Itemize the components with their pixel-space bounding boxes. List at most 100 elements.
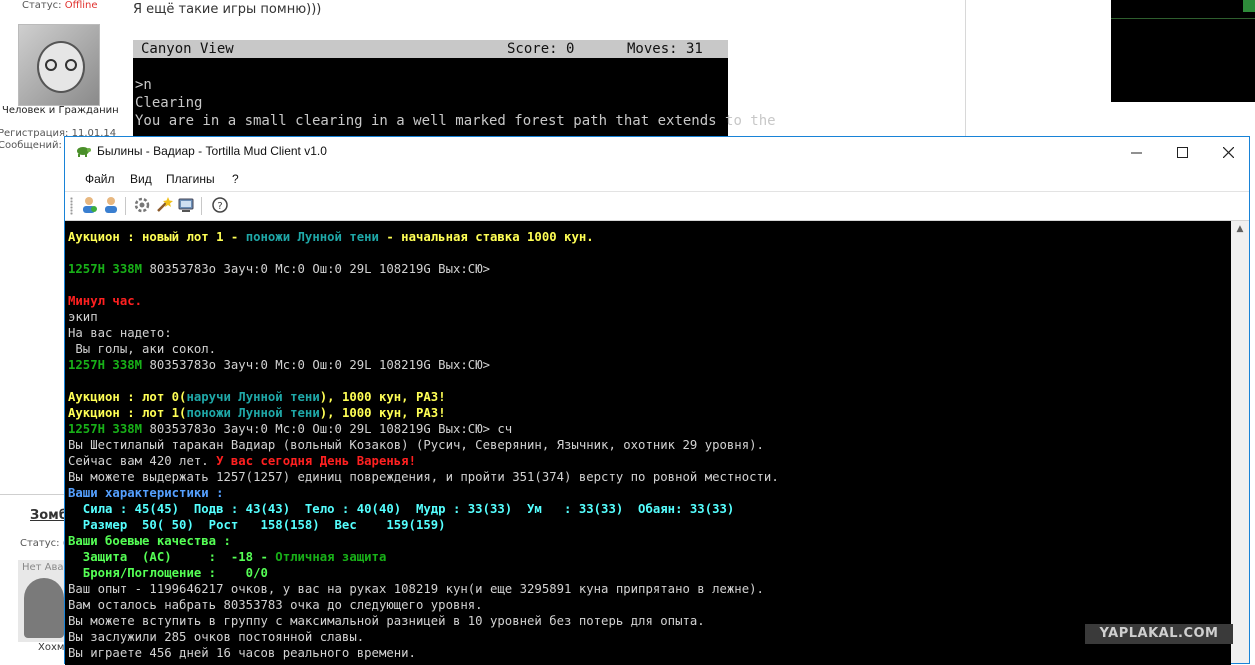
plugins-icon[interactable] — [176, 195, 196, 215]
terminal-line: Вам осталось набрать 80353783 очка до сл… — [68, 597, 1231, 613]
user-status: Статус: Offline — [22, 0, 98, 11]
minimize-button[interactable] — [1113, 137, 1159, 167]
embedded-title: Canyon View — [141, 41, 234, 57]
terminal-line: Аукцион : лот 0(наручи Лунной тени), 100… — [68, 389, 1231, 405]
terminal-line: Вы играете 456 дней 16 часов реального в… — [68, 645, 1231, 661]
terminal-text: Вы Шестилапый таракан Вадиар (вольный Ко… — [68, 438, 764, 452]
embedded-moves: Moves: 31 — [627, 41, 703, 57]
user2-avatar[interactable]: Нет Ава — [18, 560, 66, 642]
svg-text:?: ? — [217, 201, 222, 212]
terminal-line: Ваш опыт - 1199646217 очков, у вас на ру… — [68, 581, 1231, 597]
terminal-line: Сила : 45(45) Подв : 43(43) Тело : 40(40… — [68, 501, 1231, 517]
terminal-text: Сейчас вам 420 лет. — [68, 454, 217, 468]
terminal-text: наручи Лунной тени — [186, 390, 320, 404]
divider — [0, 494, 66, 495]
terminal-text: Броня/Поглощение : 0/0 — [68, 566, 268, 580]
terminal-text: Вы голы, аки сокол. — [68, 342, 217, 356]
close-button[interactable] — [1205, 137, 1251, 167]
background-terminal-window — [1111, 0, 1255, 102]
terminal-text: 80353783o Зауч:0 Мс:0 Ош:0 29L 108219G В… — [142, 422, 513, 436]
terminal-text: Вы можете вступить в группу с максимальн… — [68, 614, 705, 628]
terminal-line: Вы голы, аки сокол. — [68, 341, 1231, 357]
terminal-line: Защита (AC) : -18 - Отличная защита — [68, 549, 1231, 565]
terminal-text: Размер 50( 50) Рост 158(158) Вес 159(159… — [68, 518, 446, 532]
maximize-icon — [1176, 146, 1188, 158]
wand-icon[interactable] — [154, 195, 174, 215]
user-avatar[interactable] — [18, 24, 100, 106]
title-bar[interactable]: Былины - Вадиар - Tortilla Mud Client v1… — [65, 137, 1249, 167]
terminal-text: Ваши боевые качества : — [68, 534, 231, 548]
user2-rank: Хохм — [38, 642, 65, 653]
toolbar: ? — [65, 192, 1249, 221]
terminal-text: Вам осталось набрать 80353783 очка до сл… — [68, 598, 483, 612]
disconnect-icon[interactable] — [101, 195, 121, 215]
terminal-text: 1257H 338M — [68, 262, 143, 276]
terminal-text: поножи Лунной тени — [186, 406, 320, 420]
terminal-text: Ваши характеристики : — [68, 486, 224, 500]
user2-name-link[interactable]: Зомб — [30, 508, 68, 523]
embedded-line: You are in a small clearing in a well ma… — [135, 113, 776, 129]
mud-client-window[interactable]: Былины - Вадиар - Tortilla Mud Client v1… — [64, 136, 1250, 665]
terminal-line: Сейчас вам 420 лет. У вас сегодня День В… — [68, 453, 1231, 469]
menu-bar: Файл Вид Плагины ? — [65, 167, 1249, 192]
terminal-text: 1257H 338M — [68, 358, 143, 372]
menu-plugins[interactable]: Плагины — [166, 172, 215, 186]
terminal-line: 1257H 338M 80353783o Зауч:0 Мс:0 Ош:0 29… — [68, 261, 1231, 277]
terminal-text: Аукцион : новый лот 1 - — [68, 230, 246, 244]
terminal-text: Сила : 45(45) Подв : 43(43) Тело : 40(40… — [68, 502, 735, 516]
terminal-line: Ваши характеристики : — [68, 485, 1231, 501]
terminal-text: Вы играете 456 дней 16 часов реального в… — [68, 646, 416, 660]
avatar-face — [37, 41, 85, 93]
terminal-line: Вы можете вступить в группу с максимальн… — [68, 613, 1231, 629]
embedded-game-screenshot: Canyon View Score: 0 Moves: 31 >n Cleari… — [133, 40, 776, 140]
terminal-line: Размер 50( 50) Рост 158(158) Вес 159(159… — [68, 517, 1231, 533]
toolbar-grip[interactable] — [70, 197, 73, 215]
column-divider — [965, 0, 966, 140]
connect-icon[interactable] — [79, 195, 99, 215]
scroll-up-arrow-icon[interactable]: ▲ — [1231, 221, 1249, 238]
terminal-text: экип — [68, 310, 98, 324]
terminal-line: Вы заслужили 285 очков постоянной славы. — [68, 629, 1231, 645]
watermark: YAPLAKAL.COM — [1085, 624, 1233, 644]
terminal-line: Броня/Поглощение : 0/0 — [68, 565, 1231, 581]
terminal-text: Аукцион : лот 1( — [68, 406, 187, 420]
terminal-text: Ваш опыт - 1199646217 очков, у вас на ру… — [68, 582, 764, 596]
terminal-line: Вы можете выдержать 1257(1257) единиц по… — [68, 469, 1231, 485]
close-icon — [1222, 146, 1234, 158]
terminal-line: На вас надето: — [68, 325, 1231, 341]
help-icon[interactable]: ? — [210, 195, 230, 215]
embedded-score: Score: 0 — [507, 41, 575, 57]
status-offline: Offline — [64, 0, 98, 11]
menu-view[interactable]: Вид — [130, 172, 152, 186]
menu-help[interactable]: ? — [232, 172, 239, 186]
terminal-text: 80353783o Зауч:0 Мс:0 Ош:0 29L 108219G В… — [142, 358, 491, 372]
terminal-text: Защита (AC) : -18 - — [68, 550, 276, 564]
embedded-line: Clearing — [135, 95, 203, 111]
user2-status: Статус: ( — [20, 538, 67, 549]
embedded-line: >n — [135, 77, 152, 93]
terminal-text: Аукцион : лот 0( — [68, 390, 187, 404]
terminal-line: Аукцион : новый лот 1 - поножи Лунной те… — [68, 229, 1231, 245]
terminal-text: Вы можете выдержать 1257(1257) единиц по… — [68, 470, 779, 484]
terminal-text: Вы заслужили 285 очков постоянной славы. — [68, 630, 365, 644]
window-title: Былины - Вадиар - Tortilla Mud Client v1… — [97, 144, 327, 158]
no-avatar-label: Нет Ава — [22, 562, 64, 573]
terminal-text: 80353783o Зауч:0 Мс:0 Ош:0 29L 108219G В… — [142, 262, 491, 276]
post-text: Я ещё такие игры помню))) — [133, 2, 322, 17]
terminal-text: Отличная защита — [275, 550, 387, 564]
terminal-output[interactable]: Аукцион : новый лот 1 - поножи Лунной те… — [65, 221, 1231, 665]
maximize-button[interactable] — [1159, 137, 1205, 167]
settings-icon[interactable] — [132, 195, 152, 215]
user-rank: Человек и Гражданин — [2, 105, 119, 116]
terminal-text: ), 1000 кун, РАЗ! — [319, 406, 446, 420]
terminal-line: Вы Шестилапый таракан Вадиар (вольный Ко… — [68, 437, 1231, 453]
menu-file[interactable]: Файл — [85, 172, 115, 186]
vertical-scrollbar[interactable]: ▲ — [1231, 221, 1249, 663]
minimize-icon — [1130, 152, 1142, 153]
terminal-text: У вас сегодня День Варенья! — [216, 454, 416, 468]
terminal-line: Минул час. — [68, 293, 1231, 309]
terminal-line: экип — [68, 309, 1231, 325]
